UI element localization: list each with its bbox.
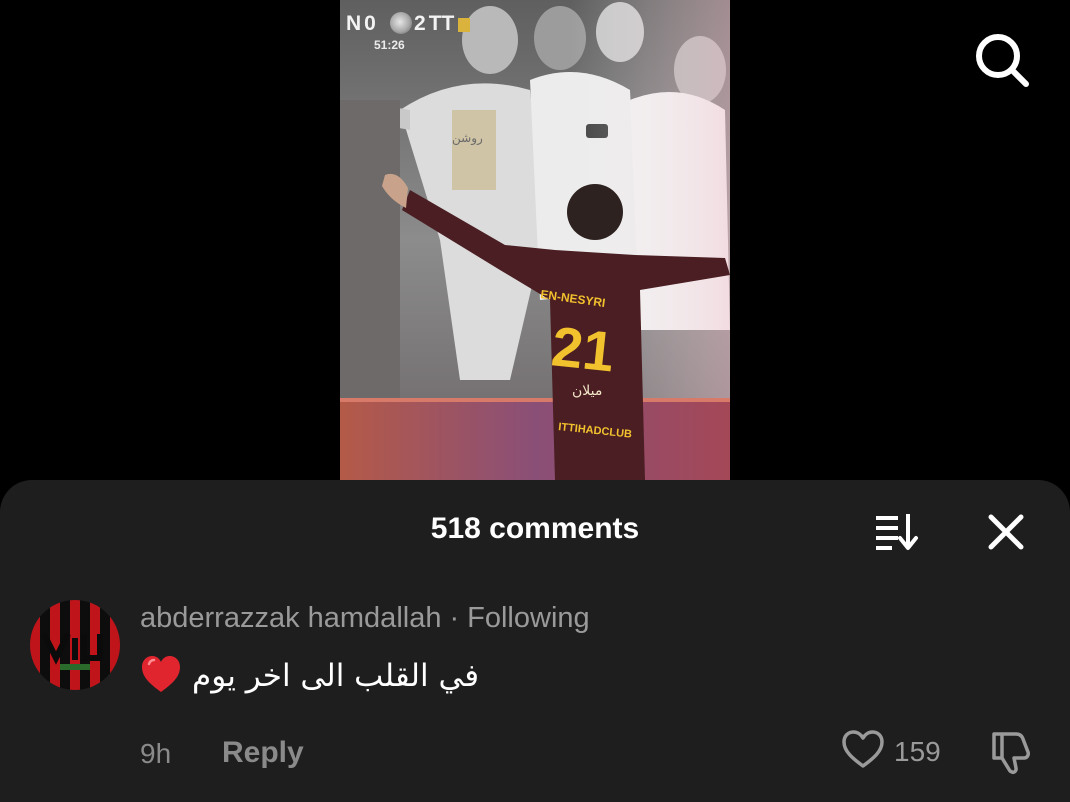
reply-button[interactable]: Reply xyxy=(222,736,304,770)
away-team-logo-icon xyxy=(458,18,470,32)
sort-icon xyxy=(876,514,918,550)
search-icon xyxy=(976,34,1029,87)
separator-dot: · xyxy=(449,602,460,634)
comment-text: في القلب الى اخر يوم xyxy=(140,654,479,694)
avatar-image xyxy=(41,632,103,670)
video-player[interactable]: EN-NESYRI 21 ميلان ITTIHADCLUB روشن N0 2… xyxy=(340,0,730,480)
avatar[interactable] xyxy=(30,600,120,690)
home-team-abbr: N xyxy=(346,12,362,35)
comment-body: في القلب الى اخر يوم xyxy=(192,658,480,694)
video-frame-illustration: EN-NESYRI 21 ميلان ITTIHADCLUB روشن xyxy=(340,0,730,480)
comment-timestamp: 9h xyxy=(140,738,172,769)
scoreboard: N0 2 TT 51:26 xyxy=(340,8,480,52)
close-button[interactable] xyxy=(982,508,1030,556)
away-score-value: 2 xyxy=(414,12,426,35)
thumbs-down-icon xyxy=(992,732,1030,774)
home-score-value: 0 xyxy=(364,12,376,35)
home-score: N0 xyxy=(346,12,376,36)
like-count: 159 xyxy=(894,736,941,767)
following-label: Following xyxy=(467,602,590,634)
sort-button[interactable] xyxy=(870,510,924,552)
comment-item: abderrazzak hamdallah · Following في القلب… xyxy=(0,590,1070,800)
screen: EN-NESYRI 21 ميلان ITTIHADCLUB روشن N0 2… xyxy=(0,0,1070,802)
match-clock: 51:26 xyxy=(374,38,405,52)
away-score: 2 TT xyxy=(414,12,454,36)
league-crest-icon xyxy=(390,12,412,34)
search-button[interactable] xyxy=(970,28,1034,92)
comment-author-name[interactable]: abderrazzak hamdallah xyxy=(140,602,441,634)
red-heart-icon xyxy=(142,656,180,692)
heart-outline-icon xyxy=(842,730,884,768)
close-icon xyxy=(988,514,1024,550)
like-button[interactable]: 159 xyxy=(840,728,950,778)
comment-author-line: abderrazzak hamdallah · Following xyxy=(140,602,590,635)
comments-sheet: 518 comments abderrazzak hamdallah · Fol… xyxy=(0,480,1070,802)
fan-shirt-text: روشن xyxy=(452,131,483,146)
jersey-number: 21 xyxy=(549,314,618,383)
away-team-abbr: TT xyxy=(428,12,455,35)
jersey-sponsor: ميلان xyxy=(572,383,602,399)
dislike-button[interactable] xyxy=(986,726,1036,776)
